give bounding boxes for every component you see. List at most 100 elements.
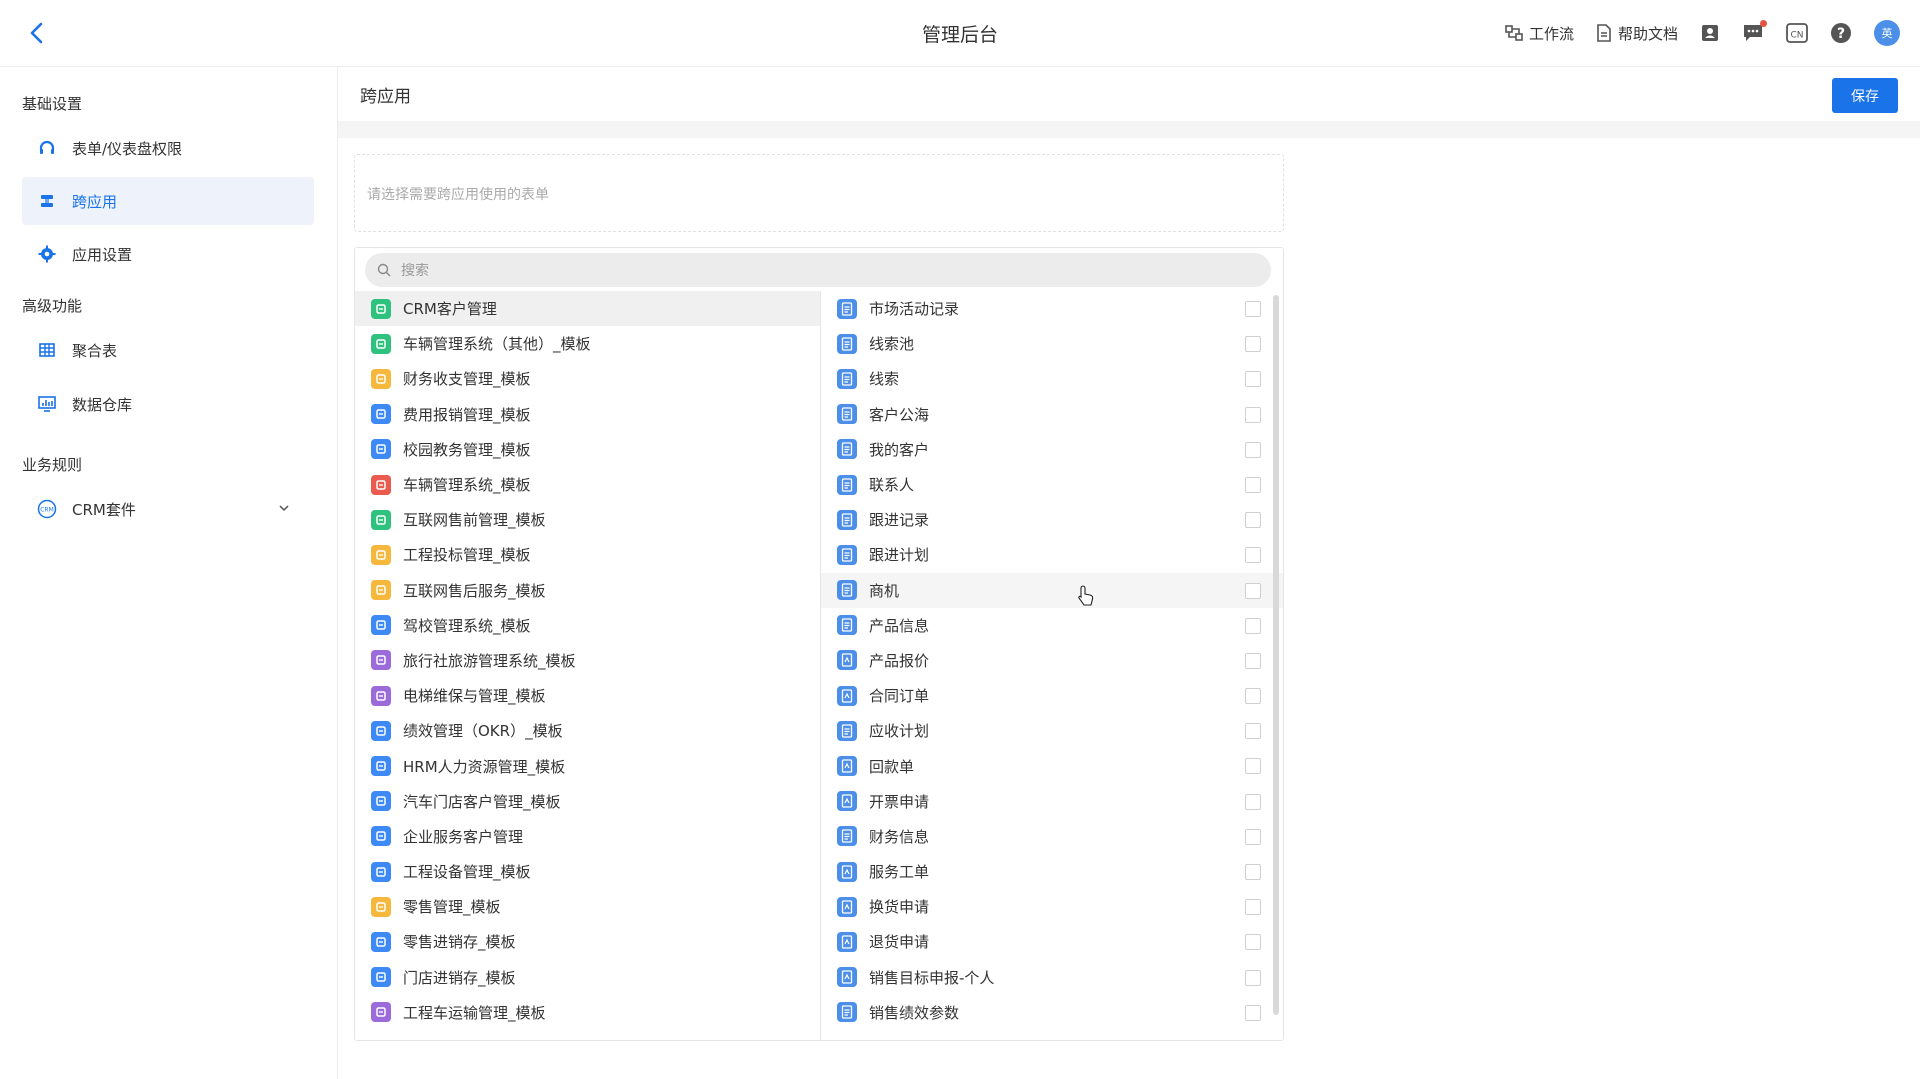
- form-checkbox[interactable]: [1245, 934, 1261, 951]
- form-checkbox[interactable]: [1245, 758, 1261, 775]
- form-checkbox[interactable]: [1245, 1004, 1261, 1021]
- form-checkbox[interactable]: [1245, 828, 1261, 845]
- app-list-item[interactable]: 企业服务客户管理: [355, 819, 820, 854]
- app-icon: [371, 439, 391, 460]
- app-list-item[interactable]: 校园教务管理_模板: [355, 432, 820, 467]
- form-list-item[interactable]: 换货申请: [821, 889, 1283, 924]
- app-icon: [371, 544, 391, 565]
- app-icon: [371, 826, 391, 847]
- form-checkbox[interactable]: [1245, 371, 1261, 388]
- app-icon: [371, 720, 391, 741]
- doc-icon: [837, 404, 857, 425]
- search-box[interactable]: [365, 253, 1271, 289]
- chevron-left-icon: [30, 22, 43, 44]
- form-checkbox[interactable]: [1245, 301, 1261, 317]
- form-checkbox[interactable]: [1245, 793, 1261, 810]
- app-list-item[interactable]: 零售进销存_模板: [355, 924, 820, 959]
- app-list-item[interactable]: 财务收支管理_模板: [355, 361, 820, 396]
- app-list-item[interactable]: 互联网售前管理_模板: [355, 502, 820, 537]
- sidebar-item-crm-suite[interactable]: CRM CRM套件: [22, 485, 314, 533]
- app-list-item[interactable]: CRM客户管理: [355, 291, 820, 327]
- app-list-item[interactable]: 工程投标管理_模板: [355, 537, 820, 572]
- form-list-item[interactable]: 商机: [821, 572, 1283, 608]
- help-docs-label: 帮助文档: [1617, 24, 1678, 43]
- form-list-item[interactable]: 联系人: [821, 467, 1283, 502]
- form-checkbox[interactable]: [1245, 969, 1261, 986]
- form-checkbox[interactable]: [1245, 582, 1261, 599]
- form-list-item[interactable]: 我的客户: [821, 432, 1283, 467]
- app-list-item[interactable]: 旅行社旅游管理系统_模板: [355, 643, 820, 678]
- form-list-item[interactable]: 销售目标申报-个人: [821, 960, 1283, 995]
- sidebar-item-form-permissions[interactable]: 表单/仪表盘权限: [22, 124, 314, 172]
- app-list-item[interactable]: 电梯维保与管理_模板: [355, 678, 820, 713]
- form-checkbox[interactable]: [1245, 336, 1261, 353]
- form-checkbox[interactable]: [1245, 723, 1261, 740]
- app-list-item[interactable]: 费用报销管理_模板: [355, 397, 820, 432]
- app-list-item[interactable]: 车辆管理系统（其他）_模板: [355, 326, 820, 361]
- app-list-item[interactable]: HRM人力资源管理_模板: [355, 748, 820, 783]
- search-input[interactable]: [399, 253, 1263, 289]
- form-list-item[interactable]: 跟进计划: [821, 537, 1283, 572]
- app-list-item[interactable]: 驾校管理系统_模板: [355, 608, 820, 643]
- form-list-item[interactable]: 应收计划: [821, 713, 1283, 748]
- back-button[interactable]: [22, 18, 52, 48]
- form-list-item[interactable]: 开票申请: [821, 784, 1283, 819]
- contacts-button[interactable]: [1700, 23, 1720, 43]
- help-docs-button[interactable]: 帮助文档: [1596, 23, 1678, 44]
- language-button[interactable]: CN: [1786, 23, 1808, 43]
- form-list-item[interactable]: 财务信息: [821, 819, 1283, 854]
- form-list-item[interactable]: 跟进记录: [821, 502, 1283, 537]
- form-checkbox[interactable]: [1245, 441, 1261, 458]
- form-list-item-label: 开票申请: [869, 792, 930, 811]
- form-checkbox[interactable]: [1245, 688, 1261, 705]
- workflow-button[interactable]: 工作流: [1505, 23, 1574, 44]
- form-list-scrollbar[interactable]: [1273, 295, 1279, 1015]
- flow-doc-icon: [837, 685, 857, 706]
- form-list-item[interactable]: 产品信息: [821, 608, 1283, 643]
- form-list-item[interactable]: 产品报价: [821, 643, 1283, 678]
- app-list-item[interactable]: 汽车门店客户管理_模板: [355, 784, 820, 819]
- messages-button[interactable]: [1742, 20, 1767, 43]
- form-list-item[interactable]: 线索池: [821, 326, 1283, 361]
- form-list-item-label: 联系人: [869, 476, 915, 495]
- form-checkbox[interactable]: [1245, 899, 1261, 916]
- app-list-item[interactable]: 工程设备管理_模板: [355, 854, 820, 889]
- app-icon: [371, 404, 391, 425]
- form-list-item[interactable]: 线索: [821, 361, 1283, 396]
- form-checkbox[interactable]: [1245, 617, 1261, 634]
- app-list-item[interactable]: 绩效管理（OKR）_模板: [355, 713, 820, 748]
- form-checkbox[interactable]: [1245, 476, 1261, 493]
- workflow-label: 工作流: [1528, 24, 1574, 43]
- app-list-item[interactable]: 零售管理_模板: [355, 889, 820, 924]
- form-list-item[interactable]: 服务工单: [821, 854, 1283, 889]
- form-list-item[interactable]: 合同订单: [821, 678, 1283, 713]
- app-list-item[interactable]: 工程车运输管理_模板: [355, 995, 820, 1030]
- form-checkbox[interactable]: [1245, 512, 1261, 529]
- form-list-item[interactable]: 销售绩效参数: [821, 995, 1283, 1030]
- app-list-item[interactable]: 车辆管理系统_模板: [355, 467, 820, 502]
- form-checkbox[interactable]: [1245, 547, 1261, 564]
- sidebar-item-aggregate-table[interactable]: 聚合表: [22, 326, 314, 374]
- sidebar-item-data-warehouse[interactable]: 数据仓库: [22, 380, 314, 428]
- form-checkbox[interactable]: [1245, 406, 1261, 423]
- sidebar-item-app-settings[interactable]: 应用设置: [22, 230, 314, 278]
- app-icon: [371, 756, 391, 777]
- app-list-item[interactable]: 门店进销存_模板: [355, 960, 820, 995]
- form-list-item-label: 市场活动记录: [869, 300, 960, 319]
- selected-forms-area[interactable]: 请选择需要跨应用使用的表单: [354, 154, 1284, 232]
- form-list-item[interactable]: 退货申请: [821, 924, 1283, 959]
- sidebar-item-cross-app[interactable]: 跨应用: [22, 177, 314, 225]
- form-list-item[interactable]: 市场活动记录: [821, 291, 1283, 326]
- form-list-item[interactable]: 回款单: [821, 748, 1283, 783]
- form-checkbox[interactable]: [1245, 652, 1261, 669]
- sidebar: 基础设置 表单/仪表盘权限 跨应用 应用设置 高级功能 聚合表 数据仓库 业务规…: [0, 67, 338, 1079]
- doc-icon: [837, 333, 857, 354]
- save-button[interactable]: 保存: [1832, 78, 1898, 113]
- top-bar: 管理后台 工作流 帮助文档 CN ? 英: [0, 0, 1920, 67]
- form-list-item[interactable]: 客户公海: [821, 397, 1283, 432]
- user-avatar-button[interactable]: 英: [1874, 20, 1900, 46]
- app-list-item[interactable]: 互联网售后服务_模板: [355, 573, 820, 608]
- help-button[interactable]: ?: [1830, 22, 1852, 44]
- form-checkbox[interactable]: [1245, 864, 1261, 880]
- question-icon: ?: [1831, 23, 1851, 43]
